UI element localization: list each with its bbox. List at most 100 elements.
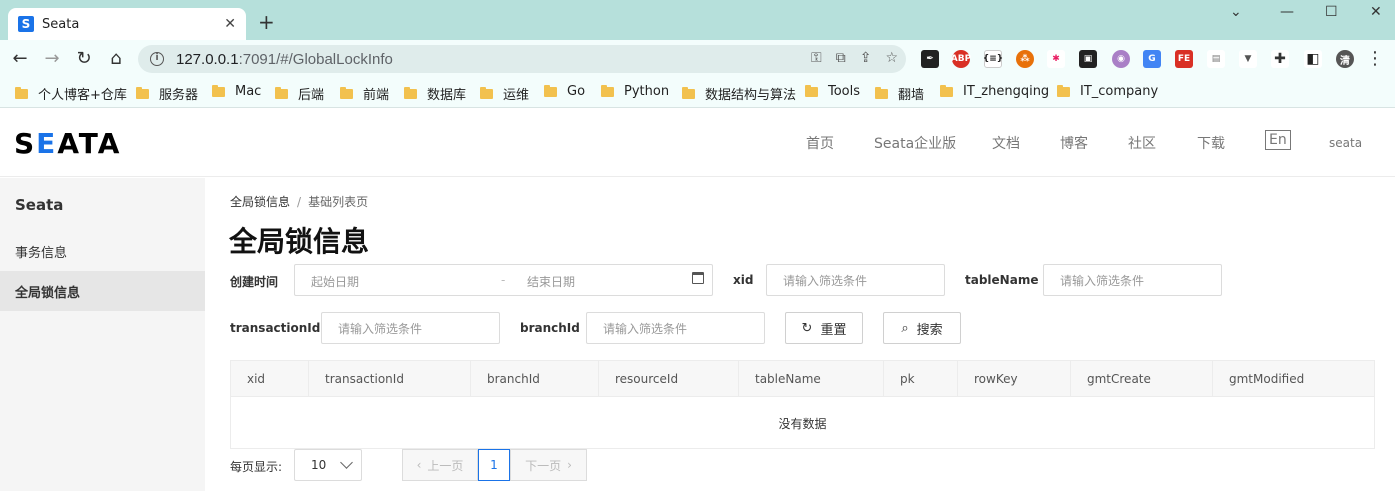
adblock-extension-icon[interactable]: ABP <box>951 50 971 68</box>
branch-id-input[interactable]: 请输入筛选条件 <box>586 312 765 344</box>
address-bar[interactable]: i 127.0.0.1:7091/#/GlobalLockInfo ⚿ ⧉ ⇪ … <box>138 45 906 73</box>
language-switch[interactable]: En <box>1265 130 1291 150</box>
bookmark-folder[interactable]: Tools <box>805 84 860 99</box>
folder-icon <box>15 86 28 99</box>
profile-avatar[interactable]: 清 <box>1336 50 1354 68</box>
xid-label: xid <box>733 273 754 287</box>
nav-blog-link[interactable]: 博客 <box>1060 133 1088 153</box>
bookmark-folder[interactable]: 前端 <box>340 84 389 103</box>
bookmark-folder[interactable]: 运维 <box>480 84 529 103</box>
column-header-gmt-modified: gmtModified <box>1229 372 1305 386</box>
browser-menu-icon[interactable]: ⋮ <box>1364 48 1386 69</box>
minimize-icon[interactable]: — <box>1280 4 1294 20</box>
quill-extension-icon[interactable]: ✒ <box>921 50 939 68</box>
sidebar-item-transactions[interactable]: 事务信息 <box>0 231 205 271</box>
reload-icon[interactable]: ↻ <box>73 48 95 69</box>
bookmark-folder[interactable]: IT_zhengqing <box>940 84 1049 99</box>
bookmark-folder[interactable]: IT_company <box>1057 84 1158 99</box>
date-range-picker[interactable]: 起始日期 - 结束日期 <box>294 264 713 296</box>
folder-icon <box>940 84 953 97</box>
search-button[interactable]: ⌕ 搜索 <box>883 312 961 344</box>
reset-icon: ↻ <box>801 320 813 336</box>
back-icon[interactable]: ← <box>9 48 31 69</box>
side-panel-icon[interactable]: ◧ <box>1304 50 1322 68</box>
branch-id-label: branchId <box>520 321 580 335</box>
seata-favicon-icon: S <box>18 16 34 32</box>
bookmark-folder[interactable]: 翻墙 <box>875 84 924 103</box>
folder-icon <box>601 84 614 97</box>
close-tab-icon[interactable]: ✕ <box>224 16 236 32</box>
calendar-icon[interactable] <box>692 272 704 284</box>
table-name-label: tableName <box>965 273 1039 287</box>
tab-title: Seata <box>42 16 80 32</box>
bookmark-folder[interactable]: Mac <box>212 84 261 99</box>
prev-page-button[interactable]: ‹ 上一页 <box>402 449 478 481</box>
empty-state: 没有数据 <box>778 416 827 431</box>
translate-icon[interactable]: ⧉ <box>836 50 846 66</box>
xid-input[interactable]: 请输入筛选条件 <box>766 264 945 296</box>
start-date-input[interactable]: 起始日期 <box>311 273 359 290</box>
nav-enterprise-link[interactable]: Seata企业版 <box>874 133 956 153</box>
bookmark-folder[interactable]: Go <box>544 84 585 99</box>
bookmark-folder[interactable]: 服务器 <box>136 84 198 103</box>
screenshot-extension-icon[interactable]: ▤ <box>1207 50 1225 68</box>
bookmark-folder[interactable]: Python <box>601 84 669 99</box>
seata-logo[interactable]: SEATA <box>14 127 121 160</box>
fe-extension-icon[interactable]: FE <box>1175 50 1193 68</box>
json-extension-icon[interactable]: {≡} <box>983 50 1003 68</box>
google-translate-extension-icon[interactable]: G <box>1143 50 1161 68</box>
sidebar-item-global-lock[interactable]: 全局锁信息 <box>0 271 205 311</box>
folder-icon <box>544 84 557 97</box>
created-time-label: 创建时间 <box>230 275 279 289</box>
breadcrumb-parent[interactable]: 全局锁信息 <box>230 195 290 209</box>
transaction-id-input[interactable]: 请输入筛选条件 <box>321 312 500 344</box>
bookmark-folder[interactable]: 数据库 <box>404 84 466 103</box>
new-tab-icon[interactable]: + <box>258 10 275 34</box>
folder-icon <box>212 84 225 97</box>
folder-icon <box>875 86 888 99</box>
site-info-icon[interactable]: i <box>150 52 164 66</box>
folder-icon <box>805 84 818 97</box>
vue-extension-icon[interactable]: ▼ <box>1239 50 1257 68</box>
table-name-input[interactable]: 请输入筛选条件 <box>1043 264 1222 296</box>
nav-home-link[interactable]: 首页 <box>806 133 834 153</box>
share-icon[interactable]: ⇪ <box>860 50 872 66</box>
column-header-pk: pk <box>884 361 958 397</box>
page-title: 全局锁信息 <box>229 225 370 258</box>
network-extension-icon[interactable]: ⁂ <box>1016 50 1034 68</box>
search-icon: ⌕ <box>901 320 909 336</box>
key-icon[interactable]: ⚿ <box>811 50 822 66</box>
nav-docs-link[interactable]: 文档 <box>992 133 1020 153</box>
home-icon[interactable]: ⌂ <box>105 48 127 69</box>
forward-icon[interactable]: → <box>41 48 63 69</box>
global-lock-table: xid transactionId branchId resourceId ta… <box>230 360 1375 449</box>
column-header-table-name: tableName <box>739 361 884 397</box>
nav-community-link[interactable]: 社区 <box>1128 133 1156 153</box>
browser-toolbar: ← → ↻ ⌂ i 127.0.0.1:7091/#/GlobalLockInf… <box>0 40 1395 78</box>
page-size-select[interactable]: 10 <box>294 449 362 481</box>
bookmark-folder[interactable]: 数据结构与算法 <box>682 84 796 103</box>
column-header-row-key: rowKey <box>958 361 1071 397</box>
reset-button[interactable]: ↻ 重置 <box>785 312 863 344</box>
bookmark-folder[interactable]: 个人博客+仓库 <box>15 84 127 103</box>
bookmark-star-icon[interactable]: ☆ <box>885 50 898 66</box>
next-page-button[interactable]: 下一页 › <box>510 449 587 481</box>
breadcrumb: 全局锁信息 / 基础列表页 <box>230 195 369 209</box>
sidebar: Seata 事务信息 全局锁信息 <box>0 178 205 491</box>
browser-tab[interactable]: S Seata ✕ <box>8 8 246 40</box>
window-close-icon[interactable]: ✕ <box>1370 4 1382 20</box>
browser-tab-strip: S Seata ✕ + ⌄ — ☐ ✕ <box>0 0 1395 40</box>
page-size-label: 每页显示: <box>230 460 283 474</box>
user-name[interactable]: seata <box>1329 136 1362 150</box>
extensions-puzzle-icon[interactable]: ✚ <box>1271 50 1289 68</box>
pinwheel-extension-icon[interactable]: ✱ <box>1047 50 1065 68</box>
tab-search-chevron-icon[interactable]: ⌄ <box>1230 4 1242 20</box>
nav-download-link[interactable]: 下载 <box>1197 133 1225 153</box>
folder-icon <box>136 86 149 99</box>
maximize-icon[interactable]: ☐ <box>1325 4 1338 20</box>
bookmark-folder[interactable]: 后端 <box>275 84 324 103</box>
page-number-button[interactable]: 1 <box>478 449 510 481</box>
end-date-input[interactable]: 结束日期 <box>527 273 575 290</box>
board-extension-icon[interactable]: ▣ <box>1079 50 1097 68</box>
circle-extension-icon[interactable]: ◉ <box>1112 50 1130 68</box>
